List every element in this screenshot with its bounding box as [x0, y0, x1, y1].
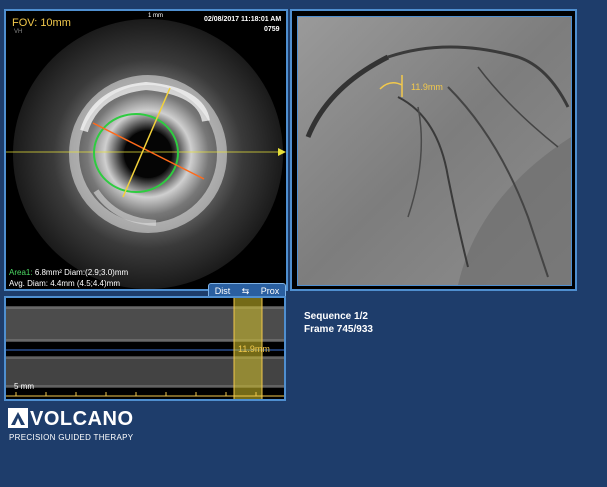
angiography-image-frame[interactable]: 11.9mm	[297, 16, 572, 286]
area-label: Area1:	[9, 268, 33, 277]
sequence-label: Sequence 1/2	[304, 311, 368, 322]
longitudinal-measurement-label: 11.9mm	[238, 344, 270, 354]
longitudinal-scale-label: 5 mm	[14, 382, 34, 391]
avg-diameter: Avg. Diam: 4.4mm (4.5;4.4)mm	[9, 279, 120, 288]
fov-sub-label: VH	[14, 29, 23, 35]
dist-label: Dist	[214, 286, 231, 296]
brand-name: VOLCANO	[30, 408, 134, 430]
ivus-image[interactable]	[6, 11, 286, 289]
volcano-logo-icon	[8, 408, 28, 428]
sequence-info: Sequence 1/2 Frame 745/933	[304, 310, 373, 336]
fov-label: FOV: 10mm	[12, 17, 71, 29]
brand-tagline: PRECISION GUIDED THERAPY	[9, 433, 134, 442]
frame-label: Frame 745/933	[304, 324, 373, 335]
longitudinal-view-panel[interactable]: 5 mm 11.9mm	[4, 296, 286, 401]
datetime-label: 02/08/2017 11:18:01 AM	[204, 16, 282, 23]
angio-measurement-label: 11.9mm	[411, 82, 443, 92]
area-measurement: Area1: 6.8mm² Diam:(2.9;3.0)mm	[9, 268, 128, 277]
angiography-image	[298, 17, 571, 285]
prox-label: Prox	[260, 286, 280, 296]
frame-id-label: 0759	[264, 26, 280, 33]
swap-arrows-icon[interactable]: ⇆	[242, 286, 250, 297]
area-values: 6.8mm² Diam:(2.9;3.0)mm	[34, 268, 129, 277]
scale-label: 1 mm	[148, 13, 163, 19]
ivus-cross-section-panel[interactable]: FOV: 10mm VH 1 mm 02/08/2017 11:18:01 AM…	[4, 9, 288, 291]
angiography-panel[interactable]: 11.9mm	[290, 9, 577, 291]
